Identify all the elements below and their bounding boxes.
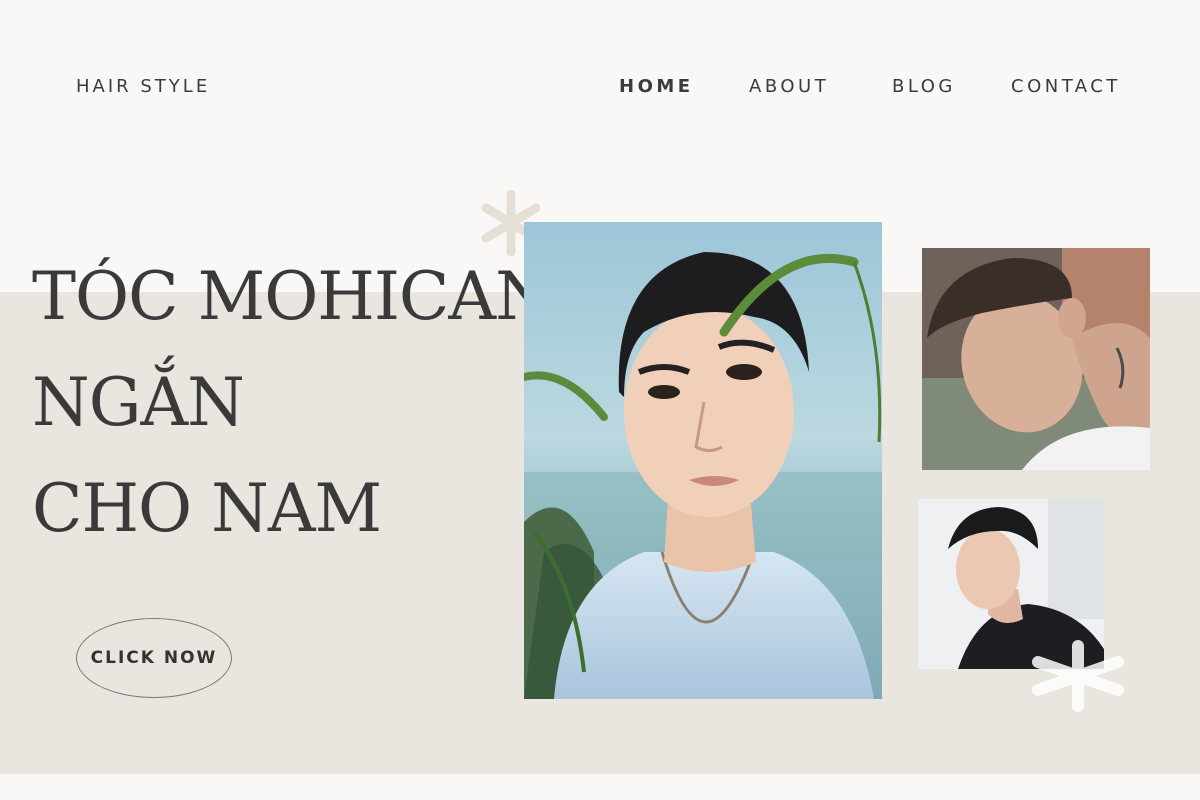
hero-title-line: TÓC MOHICAN — [32, 258, 553, 335]
click-now-button[interactable]: CLICK NOW — [76, 618, 232, 698]
main-portrait-photo — [524, 222, 882, 699]
hero-title-line: NGẮN — [32, 364, 245, 441]
nav-blog[interactable]: BLOG — [892, 76, 956, 97]
nav-contact[interactable]: CONTACT — [1011, 76, 1121, 97]
nav-about[interactable]: ABOUT — [749, 76, 829, 97]
nav-home[interactable]: HOME — [619, 76, 694, 97]
side-photo-top — [922, 248, 1150, 470]
brand-logo-text[interactable]: HAIR STYLE — [76, 76, 210, 97]
hero-title: TÓC MOHICAN NGẮN CHO NAM — [32, 244, 553, 562]
hero-title-line: CHO NAM — [32, 470, 382, 547]
asterisk-icon — [1032, 640, 1124, 712]
